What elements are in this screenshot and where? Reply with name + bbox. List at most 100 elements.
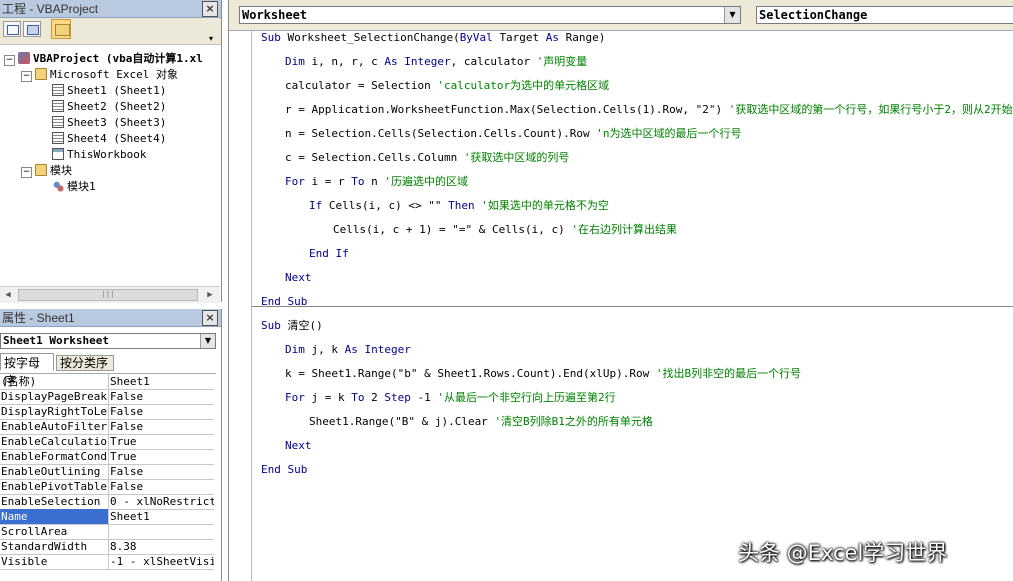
code-line[interactable]: Sub Worksheet_SelectionChange(ByVal Targ… <box>261 31 605 45</box>
code-line[interactable]: k = Sheet1.Range("b" & Sheet1.Rows.Count… <box>285 367 801 381</box>
property-name: ScrollArea <box>0 524 109 539</box>
property-name: StandardWidth <box>0 539 109 554</box>
tree-item[interactable]: − Microsoft Excel 对象 <box>21 67 178 83</box>
property-value[interactable]: -1 - xlSheetVisible <box>110 554 214 569</box>
property-value[interactable]: False <box>110 464 214 479</box>
property-name: EnableCalculation <box>1 434 109 449</box>
tab-alphabetic[interactable]: 按字母序 <box>0 353 54 388</box>
code-text: Range) <box>565 31 606 44</box>
chevron-down-icon[interactable]: ▼ <box>724 7 740 23</box>
property-value[interactable]: Sheet1 <box>110 374 214 389</box>
code-line[interactable]: n = Selection.Cells(Selection.Cells.Coun… <box>285 127 742 141</box>
project-pane-title: 工程 - VBAProject × <box>0 0 221 18</box>
property-row[interactable]: Name Sheet1 <box>0 509 214 525</box>
code-text: i, n, r, c <box>311 55 385 68</box>
property-row[interactable]: EnablePivotTable False <box>0 479 214 495</box>
property-row[interactable]: EnableCalculation True <box>0 434 214 450</box>
code-line[interactable]: calculator = Selection 'calculator为选中的单元… <box>285 79 609 93</box>
property-value[interactable]: 0 - xlNoRestrictions <box>110 494 214 509</box>
tab-categorized[interactable]: 按分类序 <box>56 355 114 371</box>
code-keyword: To <box>351 391 372 404</box>
procedure-dropdown[interactable]: SelectionChange <box>756 6 1013 24</box>
code-line[interactable]: End Sub <box>261 463 307 477</box>
code-line[interactable]: Sub 清空() <box>261 319 323 333</box>
collapse-icon[interactable]: − <box>21 71 32 82</box>
tree-item[interactable]: − VBAProject (vba自动计算1.xl <box>4 51 203 67</box>
collapse-icon[interactable]: − <box>21 167 32 178</box>
code-line[interactable]: If Cells(i, c) <> "" Then '如果选中的单元格不为空 <box>309 199 609 213</box>
property-row[interactable]: EnableAutoFilter False <box>0 419 214 435</box>
code-line[interactable]: Dim j, k As Integer <box>285 343 411 357</box>
object-selector[interactable]: Sheet1 Worksheet ▼ <box>0 333 216 349</box>
collapse-icon[interactable]: − <box>4 55 15 66</box>
property-row[interactable]: Visible-1 - xlSheetVisible <box>0 554 214 570</box>
code-keyword: As <box>545 31 566 44</box>
tree-item[interactable]: Sheet1 (Sheet1) <box>52 83 166 99</box>
code-line[interactable]: r = Application.WorksheetFunction.Max(Se… <box>285 103 1013 117</box>
tree-item-label: VBAProject (vba自动计算1.xl <box>33 52 203 65</box>
code-keyword: Then <box>448 199 482 212</box>
tree-item[interactable]: Sheet2 (Sheet2) <box>52 99 166 115</box>
code-keyword: End If <box>309 247 349 260</box>
watermark-text: 头条 @Excel学习世界 <box>738 541 948 565</box>
property-value[interactable]: Sheet1 <box>110 509 214 524</box>
code-line[interactable]: Dim i, n, r, c As Integer, calculator '声… <box>285 55 587 69</box>
properties-pane-close-button[interactable]: × <box>202 310 218 326</box>
tree-item[interactable]: Sheet3 (Sheet3) <box>52 115 166 131</box>
project-pane-close-button[interactable]: × <box>202 1 218 17</box>
scroll-thumb[interactable]: ||| <box>18 289 198 301</box>
property-value[interactable]: 8.38 <box>110 539 214 554</box>
code-keyword: If <box>309 199 329 212</box>
code-text: n <box>371 175 385 188</box>
view-object-icon <box>27 25 39 35</box>
scroll-right-icon[interactable]: ▶ <box>202 287 218 303</box>
property-row[interactable]: StandardWidth 8.38 <box>0 539 214 555</box>
project-hscrollbar[interactable]: ◀ ||| ▶ <box>0 286 220 303</box>
property-name: DisplayPageBreaks <box>1 389 109 404</box>
tree-item-label: 模块1 <box>67 180 96 193</box>
chevron-down-icon[interactable]: ▼ <box>200 334 215 348</box>
object-dropdown[interactable]: Worksheet ▼ <box>239 6 741 24</box>
property-row[interactable]: EnableSelection0 - xlNoRestrictions <box>0 494 214 510</box>
code-line[interactable]: For j = k To 2 Step -1 '从最后一个非空行向上历遍至第2行 <box>285 391 616 405</box>
code-margin <box>229 31 252 581</box>
toolbar-overflow-icon[interactable]: ▾ <box>209 34 213 43</box>
tree-item[interactable]: − 模块 <box>21 163 72 179</box>
code-comment: '历遍选中的区域 <box>384 175 468 188</box>
tree-item[interactable]: 模块1 <box>52 179 96 195</box>
property-row[interactable]: EnableFormatConditionsTrue <box>0 449 214 465</box>
view-code-button[interactable] <box>3 21 21 37</box>
property-value[interactable]: False <box>110 419 214 434</box>
code-text: i = r <box>311 175 352 188</box>
tree-item[interactable]: Sheet4 (Sheet4) <box>52 131 166 147</box>
code-text: j = k <box>311 391 352 404</box>
code-line[interactable]: Next <box>285 439 312 453</box>
property-row[interactable]: ScrollArea <box>0 524 214 540</box>
property-value[interactable]: True <box>110 449 214 464</box>
scroll-left-icon[interactable]: ◀ <box>0 287 16 303</box>
code-line[interactable]: Cells(i, c + 1) = "=" & Cells(i, c) '在右边… <box>333 223 677 237</box>
code-line[interactable]: For i = r To n '历遍选中的区域 <box>285 175 468 189</box>
code-line[interactable]: c = Selection.Cells.Column '获取选中区域的列号 <box>285 151 569 165</box>
tree-item[interactable]: ThisWorkbook <box>52 147 146 163</box>
code-text: -1 <box>417 391 438 404</box>
view-object-button[interactable] <box>23 21 41 37</box>
property-value[interactable]: True <box>110 434 214 449</box>
property-row[interactable]: EnableOutlining False <box>0 464 214 480</box>
tree-item-label: Microsoft Excel 对象 <box>50 68 178 81</box>
code-line[interactable]: End If <box>309 247 349 261</box>
property-value[interactable]: False <box>110 479 214 494</box>
code-keyword: For <box>285 175 312 188</box>
property-value[interactable]: False <box>110 404 214 419</box>
scroll-grip-icon: ||| <box>101 290 115 298</box>
property-value[interactable]: False <box>110 389 214 404</box>
property-row[interactable]: (名称) Sheet1 <box>0 374 214 390</box>
property-row[interactable]: DisplayPageBreaks False <box>0 389 214 405</box>
doc-icon <box>52 132 64 144</box>
object-dropdown-value: Worksheet <box>242 8 308 22</box>
code-keyword: Dim <box>285 55 312 68</box>
toggle-folders-button[interactable] <box>51 19 71 39</box>
code-line[interactable]: Next <box>285 271 312 285</box>
code-line[interactable]: Sheet1.Range("B" & j).Clear '清空B列除B1之外的所… <box>309 415 653 429</box>
property-row[interactable]: DisplayRightToLeft False <box>0 404 214 420</box>
